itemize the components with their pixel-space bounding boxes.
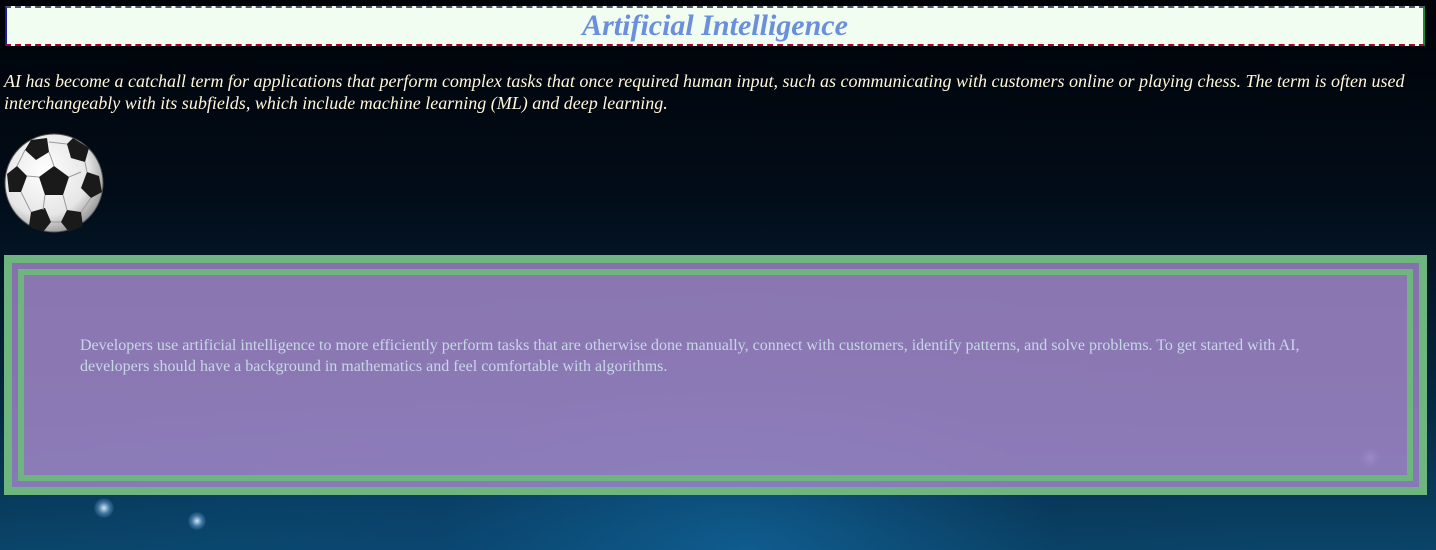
soccer-ball-icon [3,132,105,234]
page-title: Artificial Intelligence [582,9,848,42]
content-panel-inner: Developers use artificial intelligence t… [18,269,1413,481]
background-spark [188,512,206,530]
title-banner: Artificial Intelligence [5,6,1425,46]
intro-paragraph: AI has become a catchall term for applic… [4,71,1405,113]
content-panel: Developers use artificial intelligence t… [4,255,1427,495]
panel-paragraph: Developers use artificial intelligence t… [80,337,1300,375]
background-spark [94,498,114,518]
